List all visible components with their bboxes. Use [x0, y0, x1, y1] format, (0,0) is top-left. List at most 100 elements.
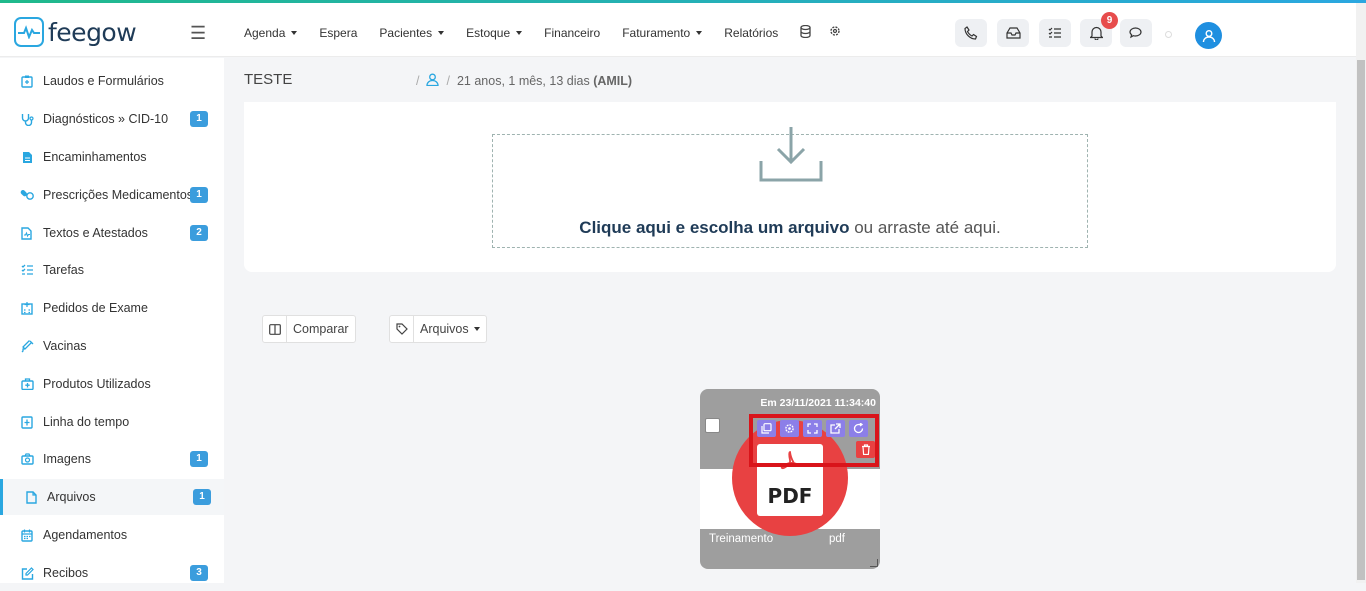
stethoscope-icon — [20, 112, 34, 126]
inbox-icon — [1005, 27, 1021, 39]
file-icon — [24, 490, 38, 504]
sidebar-item-label: Diagnósticos » CID-10 — [43, 112, 169, 126]
sidebar-item-arquivos[interactable]: Arquivos 1 — [0, 479, 224, 515]
sidebar-item-label: Prescrições Medicamentosas — [43, 188, 207, 202]
compare-label: Comparar — [293, 322, 349, 336]
file-dropzone[interactable]: Clique aqui e escolha um arquivo ou arra… — [492, 127, 1088, 248]
dropzone-rest-text: ou arraste até aqui. — [849, 218, 1001, 237]
chat-icon — [1128, 26, 1142, 38]
sidebar-item-label: Vacinas — [43, 339, 87, 353]
count-badge: 1 — [190, 111, 208, 127]
nav-pacientes[interactable]: Pacientes — [379, 25, 445, 41]
tasks-button[interactable] — [1039, 19, 1071, 47]
nav-relatorios[interactable]: Relatórios — [724, 25, 778, 41]
settings-icon[interactable] — [829, 25, 841, 41]
file-select-checkbox[interactable] — [705, 418, 720, 433]
caret-down-icon — [516, 31, 523, 35]
sidebar-item-produtos[interactable]: Produtos Utilizados — [0, 366, 224, 402]
patient-age-text: 21 anos, 1 mês, 13 dias — [456, 74, 590, 88]
file-filter-dropdown[interactable]: Arquivos — [389, 315, 487, 343]
sidebar-item-label: Recibos — [43, 566, 89, 580]
caret-down-icon — [438, 31, 445, 35]
camera-icon — [20, 452, 34, 466]
sidebar-item-textos[interactable]: Textos e Atestados 2 — [0, 215, 224, 251]
nav-faturamento[interactable]: Faturamento — [622, 25, 703, 41]
resize-handle[interactable] — [870, 559, 878, 567]
nav-label: Relatórios — [724, 26, 779, 40]
brand-logo[interactable]: feegow — [14, 17, 137, 47]
timeline-icon — [20, 415, 34, 429]
file-name: Treinamento — [709, 533, 774, 545]
chat-button[interactable] — [1120, 19, 1152, 47]
caret-down-icon — [696, 31, 703, 35]
compare-button[interactable]: Comparar — [262, 315, 356, 343]
upload-card: Clique aqui e escolha um arquivo ou arra… — [244, 102, 1336, 272]
user-icon[interactable] — [426, 73, 440, 89]
sidebar-item-label: Linha do tempo — [43, 415, 130, 429]
nav-label: Agenda — [244, 26, 286, 40]
patient-plan: (AMIL) — [593, 74, 633, 88]
sidebar-item-laudos[interactable]: Laudos e Formulários — [0, 63, 224, 99]
sidebar-item-tarefas[interactable]: Tarefas — [0, 252, 224, 288]
bell-icon — [1089, 26, 1103, 40]
nav-agenda[interactable]: Agenda — [244, 25, 298, 41]
database-icon[interactable] — [800, 24, 811, 41]
inbox-button[interactable] — [997, 19, 1029, 47]
breadcrumb-separator: / — [446, 74, 450, 88]
nav-label: Pacientes — [379, 26, 433, 40]
phone-button[interactable] — [955, 19, 987, 47]
count-badge: 2 — [190, 225, 208, 241]
notifications-button[interactable]: 9 — [1080, 12, 1118, 47]
sidebar-item-label: Tarefas — [43, 263, 84, 277]
breadcrumb-separator: / — [416, 74, 420, 88]
sidebar-item-recibos[interactable]: Recibos 3 — [0, 555, 224, 591]
patient-name: TESTE — [244, 71, 293, 88]
count-badge: 1 — [193, 489, 211, 505]
nav-financeiro[interactable]: Financeiro — [544, 25, 600, 41]
sidebar-item-label: Produtos Utilizados — [43, 377, 151, 391]
status-dot — [1165, 31, 1172, 38]
nav-label: Espera — [319, 26, 358, 40]
page-scrollbar[interactable] — [1356, 3, 1366, 583]
notifications-count-badge: 9 — [1101, 12, 1118, 29]
menu-toggle-icon[interactable]: ☰ — [190, 23, 206, 44]
sidebar-item-label: Agendamentos — [43, 528, 128, 542]
tag-icon — [390, 316, 414, 342]
sidebar-item-imagens[interactable]: Imagens 1 — [0, 441, 224, 477]
user-icon — [1202, 29, 1215, 42]
document-icon — [20, 150, 34, 164]
columns-icon — [263, 316, 287, 342]
sidebar-item-encaminhamentos[interactable]: Encaminhamentos — [0, 139, 224, 175]
dropzone-action-text[interactable]: Clique aqui e escolha um arquivo — [579, 218, 849, 237]
dropzone-text: Clique aqui e escolha um arquivo ou arra… — [493, 218, 1087, 238]
phone-icon — [964, 26, 978, 40]
sidebar-item-agendamentos[interactable]: Agendamentos — [0, 517, 224, 553]
caret-down-icon — [473, 327, 480, 331]
edit-icon — [20, 566, 34, 580]
sidebar: Laudos e Formulários Diagnósticos » CID-… — [0, 58, 224, 583]
patient-age: 21 anos, 1 mês, 13 dias (AMIL) — [457, 74, 632, 88]
sidebar-item-pedidos[interactable]: Pedidos de Exame — [0, 290, 224, 326]
brand-name: feegow — [48, 17, 137, 47]
sidebar-item-vacinas[interactable]: Vacinas — [0, 328, 224, 364]
sidebar-item-label: Textos e Atestados — [43, 226, 148, 240]
clipboard-icon — [20, 74, 34, 88]
sidebar-item-label: Imagens — [43, 452, 91, 466]
filter-label: Arquivos — [420, 322, 469, 336]
scrollbar-thumb[interactable] — [1357, 60, 1365, 580]
sidebar-item-linha-do-tempo[interactable]: Linha do tempo — [0, 404, 224, 440]
user-avatar[interactable] — [1195, 22, 1222, 49]
sidebar-item-label: Arquivos — [47, 490, 96, 504]
download-icon — [758, 125, 824, 188]
tasks-icon — [20, 263, 34, 277]
nav-espera[interactable]: Espera — [319, 25, 357, 41]
nav-estoque[interactable]: Estoque — [466, 25, 523, 41]
sidebar-item-prescricoes[interactable]: Prescrições Medicamentosas 1 — [0, 177, 224, 213]
file-card[interactable]: Em 23/11/2021 11:34:40 PDF Treinamento p… — [700, 389, 880, 569]
pdf-badge-text: PDF — [767, 484, 813, 508]
sidebar-item-diagnosticos[interactable]: Diagnósticos » CID-10 1 — [0, 101, 224, 137]
filter-label-wrap: Arquivos — [414, 322, 486, 336]
count-badge: 1 — [190, 187, 208, 203]
main-nav: Agenda Espera Pacientes Estoque Financei… — [244, 24, 859, 41]
sidebar-item-label: Encaminhamentos — [43, 150, 147, 164]
